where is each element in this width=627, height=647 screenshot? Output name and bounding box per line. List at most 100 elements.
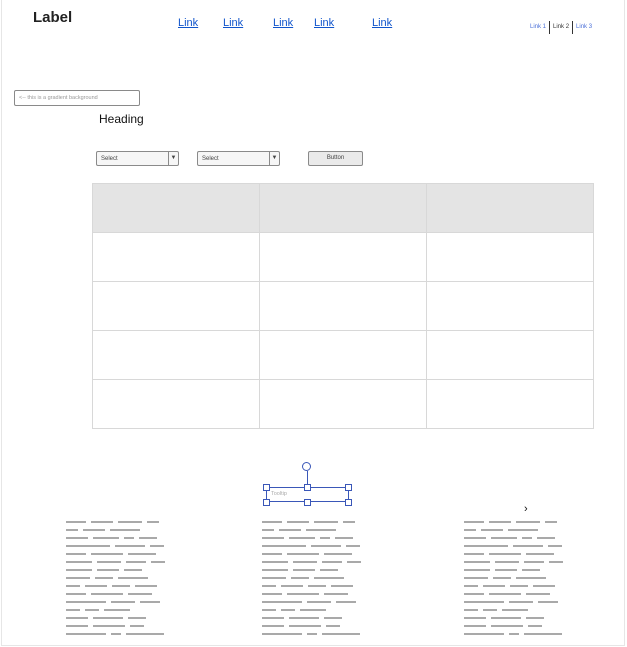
placeholder-word [322,633,360,635]
placeholder-word [291,577,309,579]
grid-cell[interactable] [426,281,594,331]
grid-header-row [92,183,594,233]
placeholder-word [522,537,532,539]
placeholder-word [314,521,338,523]
placeholder-word [91,553,123,555]
nav-link-4[interactable]: Link [314,17,334,29]
placeholder-word [93,625,125,627]
placeholder-word [524,561,544,563]
select-2-value: Select [202,155,219,162]
placeholder-word [464,569,490,571]
placeholder-word [481,529,503,531]
placeholder-word [464,593,484,595]
placeholder-word [262,553,282,555]
placeholder-text-line [262,593,366,595]
placeholder-word [289,617,319,619]
breadcrumb-link-2[interactable]: Link 2 [550,24,572,30]
resize-handle-top[interactable] [304,484,311,491]
placeholder-word [526,617,544,619]
placeholder-word [262,617,284,619]
grid-row [92,379,594,429]
gradient-text-field[interactable]: <-- this is a gradient background [14,90,140,106]
placeholder-word [262,593,282,595]
placeholder-text-line [464,585,568,587]
placeholder-word [311,545,341,547]
grid-row [92,281,594,331]
placeholder-word [516,577,546,579]
nav-link-5[interactable]: Link [372,17,392,29]
breadcrumb-link-1[interactable]: Link 1 [527,24,549,30]
placeholder-text-line [66,585,170,587]
placeholder-word [126,561,146,563]
placeholder-word [489,593,521,595]
resize-handle-top-left[interactable] [263,484,270,491]
placeholder-word [85,609,99,611]
placeholder-word [124,537,134,539]
placeholder-word [83,529,105,531]
grid-cell[interactable] [259,281,427,331]
placeholder-word [306,529,336,531]
grid-cell[interactable] [259,232,427,282]
breadcrumb: Link 1 Link 2 Link 3 [527,20,595,34]
nav-link-3[interactable]: Link [273,17,293,29]
placeholder-word [281,609,295,611]
placeholder-text-line [464,521,568,523]
placeholder-word [118,577,148,579]
placeholder-word [549,561,563,563]
placeholder-text-line [464,553,568,555]
grid-cell[interactable] [92,232,260,282]
rotate-handle-icon[interactable] [302,462,311,471]
placeholder-word [483,609,497,611]
select-dropdown-2[interactable]: Select ▼ [197,151,280,166]
nav-link-2[interactable]: Link [223,17,243,29]
placeholder-word [308,585,326,587]
placeholder-word [150,545,164,547]
placeholder-word [522,569,540,571]
placeholder-word [289,625,321,627]
placeholder-word [526,593,550,595]
placeholder-text-block [66,521,170,641]
grid-cell[interactable] [259,330,427,380]
placeholder-word [262,585,276,587]
placeholder-text-line [262,609,366,611]
placeholder-text-line [262,537,366,539]
grid-cell[interactable] [92,379,260,429]
resize-handle-bottom-left[interactable] [263,499,270,506]
placeholder-word [320,537,330,539]
placeholder-word [491,617,521,619]
placeholder-word [97,569,119,571]
placeholder-word [314,577,344,579]
breadcrumb-link-3[interactable]: Link 3 [573,24,595,30]
grid-cell[interactable] [426,379,594,429]
placeholder-word [326,625,340,627]
resize-handle-bottom[interactable] [304,499,311,506]
placeholder-text-line [66,561,170,563]
action-button[interactable]: Button [308,151,363,166]
placeholder-text-line [66,537,170,539]
placeholder-text-block [262,521,366,641]
grid-cell[interactable] [92,281,260,331]
placeholder-text-line [262,561,366,563]
grid-cell[interactable] [426,330,594,380]
placeholder-word [495,569,517,571]
placeholder-word [307,633,317,635]
chevron-right-icon[interactable]: › [524,503,528,515]
grid-cell[interactable] [426,232,594,282]
placeholder-word [124,569,142,571]
placeholder-word [262,561,288,563]
placeholder-word [528,625,542,627]
nav-link-1[interactable]: Link [178,17,198,29]
placeholder-text-line [464,577,568,579]
placeholder-word [336,601,356,603]
placeholder-word [493,577,511,579]
grid-cell[interactable] [259,379,427,429]
placeholder-word [509,601,533,603]
placeholder-text-line [66,593,170,595]
placeholder-word [545,521,557,523]
select-dropdown-1[interactable]: Select ▼ [96,151,179,166]
placeholder-word [508,529,538,531]
resize-handle-bottom-right[interactable] [345,499,352,506]
grid-cell[interactable] [92,330,260,380]
placeholder-word [279,529,301,531]
resize-handle-top-right[interactable] [345,484,352,491]
